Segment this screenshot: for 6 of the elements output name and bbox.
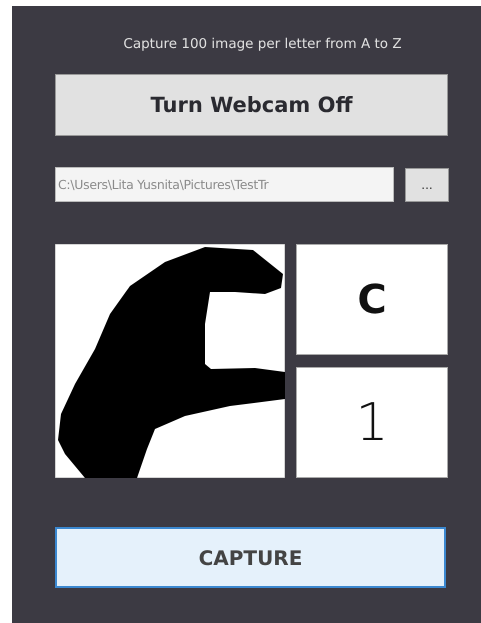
webcam-toggle-button[interactable]: Turn Webcam Off <box>55 74 448 136</box>
count-display: 1 <box>296 367 448 478</box>
instruction-text: Capture 100 image per letter from A to Z <box>122 36 403 52</box>
capture-button[interactable]: CAPTURE <box>55 527 446 588</box>
letter-display: C <box>296 244 448 355</box>
browse-button[interactable]: ... <box>405 168 449 202</box>
